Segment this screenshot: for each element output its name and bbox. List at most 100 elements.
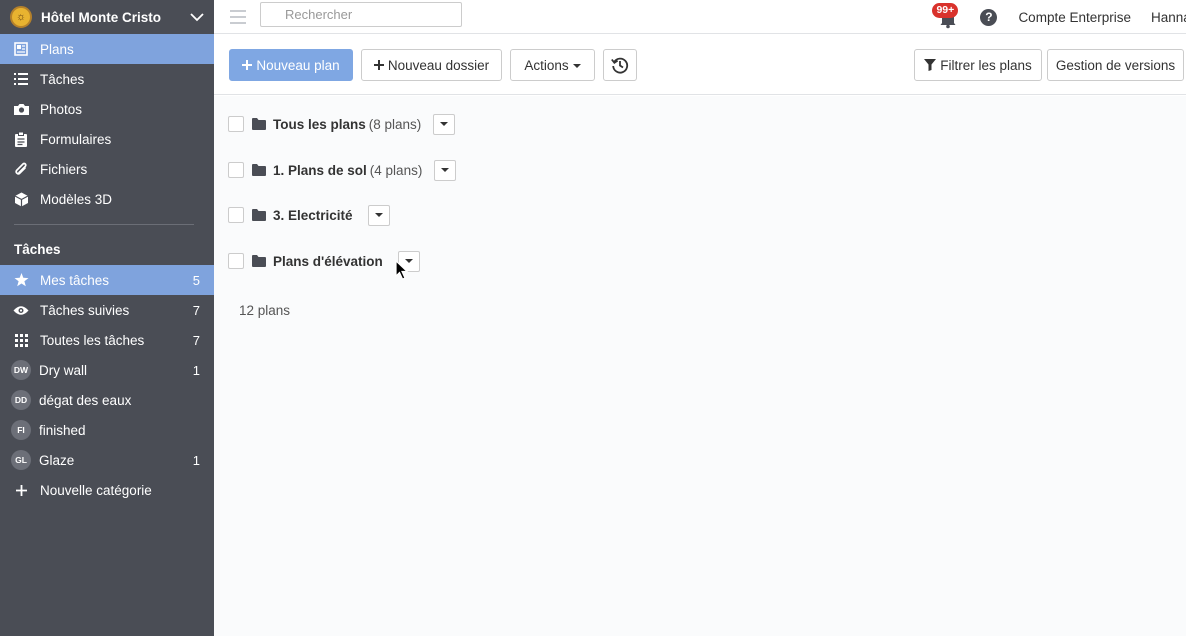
category-badge: FI (11, 420, 31, 440)
folder-dropdown-button[interactable] (433, 113, 456, 135)
mouse-cursor-icon (395, 260, 409, 280)
new-plan-label: Nouveau plan (256, 57, 340, 73)
sidebar-item-finished[interactable]: FI finished (0, 415, 214, 445)
folder-count: (8 plans) (368, 116, 422, 132)
project-logo-icon: ☼ (10, 6, 32, 28)
new-plan-button[interactable]: Nouveau plan (229, 49, 353, 81)
folder-row[interactable]: Tous les plans (8 plans) (228, 113, 456, 135)
sidebar-item-dry-wall[interactable]: DW Dry wall 1 (0, 355, 214, 385)
task-count: 7 (192, 302, 200, 318)
list-icon (12, 71, 30, 87)
plus-icon (373, 60, 384, 70)
folder-icon (252, 255, 266, 267)
task-count: 7 (192, 332, 200, 348)
folder-row[interactable]: 3. Electricité (228, 204, 390, 226)
actions-dropdown[interactable]: Actions (510, 49, 595, 81)
sidebar-item-label: finished (39, 422, 86, 438)
sidebar-item-label: Photos (40, 101, 83, 117)
actions-label: Actions (524, 57, 569, 73)
caret-down-icon (440, 122, 449, 126)
account-link[interactable]: Compte Enterprise (1018, 10, 1131, 25)
sidebar-item-label: Tâches suivies (40, 302, 130, 318)
sidebar-item-label: Modèles 3D (40, 191, 113, 207)
hamburger-menu-icon[interactable] (230, 9, 246, 24)
user-menu[interactable]: Hannah (1151, 10, 1186, 25)
notification-badge: 99+ (932, 3, 959, 18)
folder-name[interactable]: Tous les plans (273, 117, 366, 132)
sidebar: ☼ Hôtel Monte Cristo Plans Tâches Photos… (0, 0, 214, 636)
sidebar-item-fichiers[interactable]: Fichiers (0, 154, 214, 184)
task-count: 5 (192, 272, 200, 288)
plus-icon (242, 60, 253, 70)
sidebar-item-formulaires[interactable]: Formulaires (0, 124, 214, 154)
folder-icon (252, 209, 266, 221)
sidebar-item-mes-taches[interactable]: Mes tâches 5 (0, 265, 214, 295)
new-folder-label: Nouveau dossier (387, 57, 490, 73)
folder-checkbox[interactable] (228, 253, 244, 269)
folder-icon (252, 164, 266, 176)
topbar-right: 99+ ? Compte Enterprise Hannah (932, 0, 1186, 34)
category-badge: DW (11, 360, 31, 380)
folder-name[interactable]: Plans d'élévation (273, 254, 383, 269)
folder-icon (252, 118, 266, 130)
new-category-button[interactable]: Nouvelle catégorie (0, 475, 214, 505)
caret-down-icon (374, 213, 383, 217)
folder-dropdown-button[interactable] (434, 159, 457, 181)
sidebar-item-label: Plans (40, 41, 74, 57)
filter-icon (924, 59, 937, 71)
folder-name[interactable]: 3. Electricité (273, 208, 353, 223)
version-management-button[interactable]: Gestion de versions (1047, 49, 1184, 81)
plans-total: 12 plans (239, 303, 291, 318)
plans-icon (12, 41, 30, 57)
folder-count: (4 plans) (369, 162, 423, 178)
help-icon[interactable]: ? (980, 8, 998, 26)
sidebar-divider (14, 224, 194, 225)
sidebar-item-glaze[interactable]: GL Glaze 1 (0, 445, 214, 475)
clipboard-icon (12, 131, 30, 147)
sidebar-item-label: Formulaires (40, 131, 112, 147)
chevron-down-icon[interactable] (190, 10, 204, 24)
sidebar-section-title: Tâches (14, 241, 61, 257)
new-folder-button[interactable]: Nouveau dossier (361, 49, 502, 81)
plans-list: Tous les plans (8 plans) 1. Plans de sol… (214, 96, 1186, 636)
category-badge: GL (11, 450, 31, 470)
topbar: 99+ ? Compte Enterprise Hannah (214, 0, 1186, 34)
folder-checkbox[interactable] (228, 162, 244, 178)
sidebar-item-label: Mes tâches (40, 272, 110, 288)
filter-plans-label: Filtrer les plans (940, 57, 1032, 73)
sidebar-item-label: Glaze (39, 452, 75, 468)
paperclip-icon (12, 161, 30, 177)
folder-checkbox[interactable] (228, 116, 244, 132)
sidebar-item-degat-des-eaux[interactable]: DD dégat des eaux (0, 385, 214, 415)
folder-dropdown-button[interactable] (367, 204, 390, 226)
history-button[interactable] (603, 49, 637, 81)
sidebar-item-photos[interactable]: Photos (0, 94, 214, 124)
sidebar-item-toutes-les-taches[interactable]: Toutes les tâches 7 (0, 325, 214, 355)
search-box (260, 2, 462, 27)
sidebar-item-label: dégat des eaux (39, 392, 132, 408)
grid-icon (12, 332, 30, 348)
sidebar-item-label: Nouvelle catégorie (40, 482, 152, 498)
sidebar-item-taches-suivies[interactable]: Tâches suivies 7 (0, 295, 214, 325)
sidebar-item-taches[interactable]: Tâches (0, 64, 214, 94)
toolbar: Nouveau plan Nouveau dossier Actions Fil… (214, 35, 1186, 95)
caret-down-icon (572, 64, 581, 68)
folder-name[interactable]: 1. Plans de sol (273, 163, 367, 178)
sidebar-item-plans[interactable]: Plans (0, 34, 214, 64)
project-switcher[interactable]: ☼ Hôtel Monte Cristo (0, 0, 214, 34)
folder-checkbox[interactable] (228, 207, 244, 223)
project-name: Hôtel Monte Cristo (41, 9, 161, 25)
folder-row[interactable]: Plans d'élévation (228, 250, 420, 272)
sidebar-item-modeles-3d[interactable]: Modèles 3D (0, 184, 214, 214)
folder-row[interactable]: 1. Plans de sol (4 plans) (228, 159, 457, 181)
filter-plans-button[interactable]: Filtrer les plans (914, 49, 1042, 81)
version-management-label: Gestion de versions (1055, 57, 1176, 73)
search-input[interactable] (285, 7, 461, 22)
camera-icon (12, 101, 30, 117)
cube-icon (12, 191, 30, 207)
sidebar-item-label: Tâches (40, 71, 85, 87)
notifications-button[interactable]: 99+ (932, 3, 959, 29)
category-badge: DD (11, 390, 31, 410)
sidebar-item-label: Dry wall (39, 362, 88, 378)
caret-down-icon (441, 168, 450, 172)
